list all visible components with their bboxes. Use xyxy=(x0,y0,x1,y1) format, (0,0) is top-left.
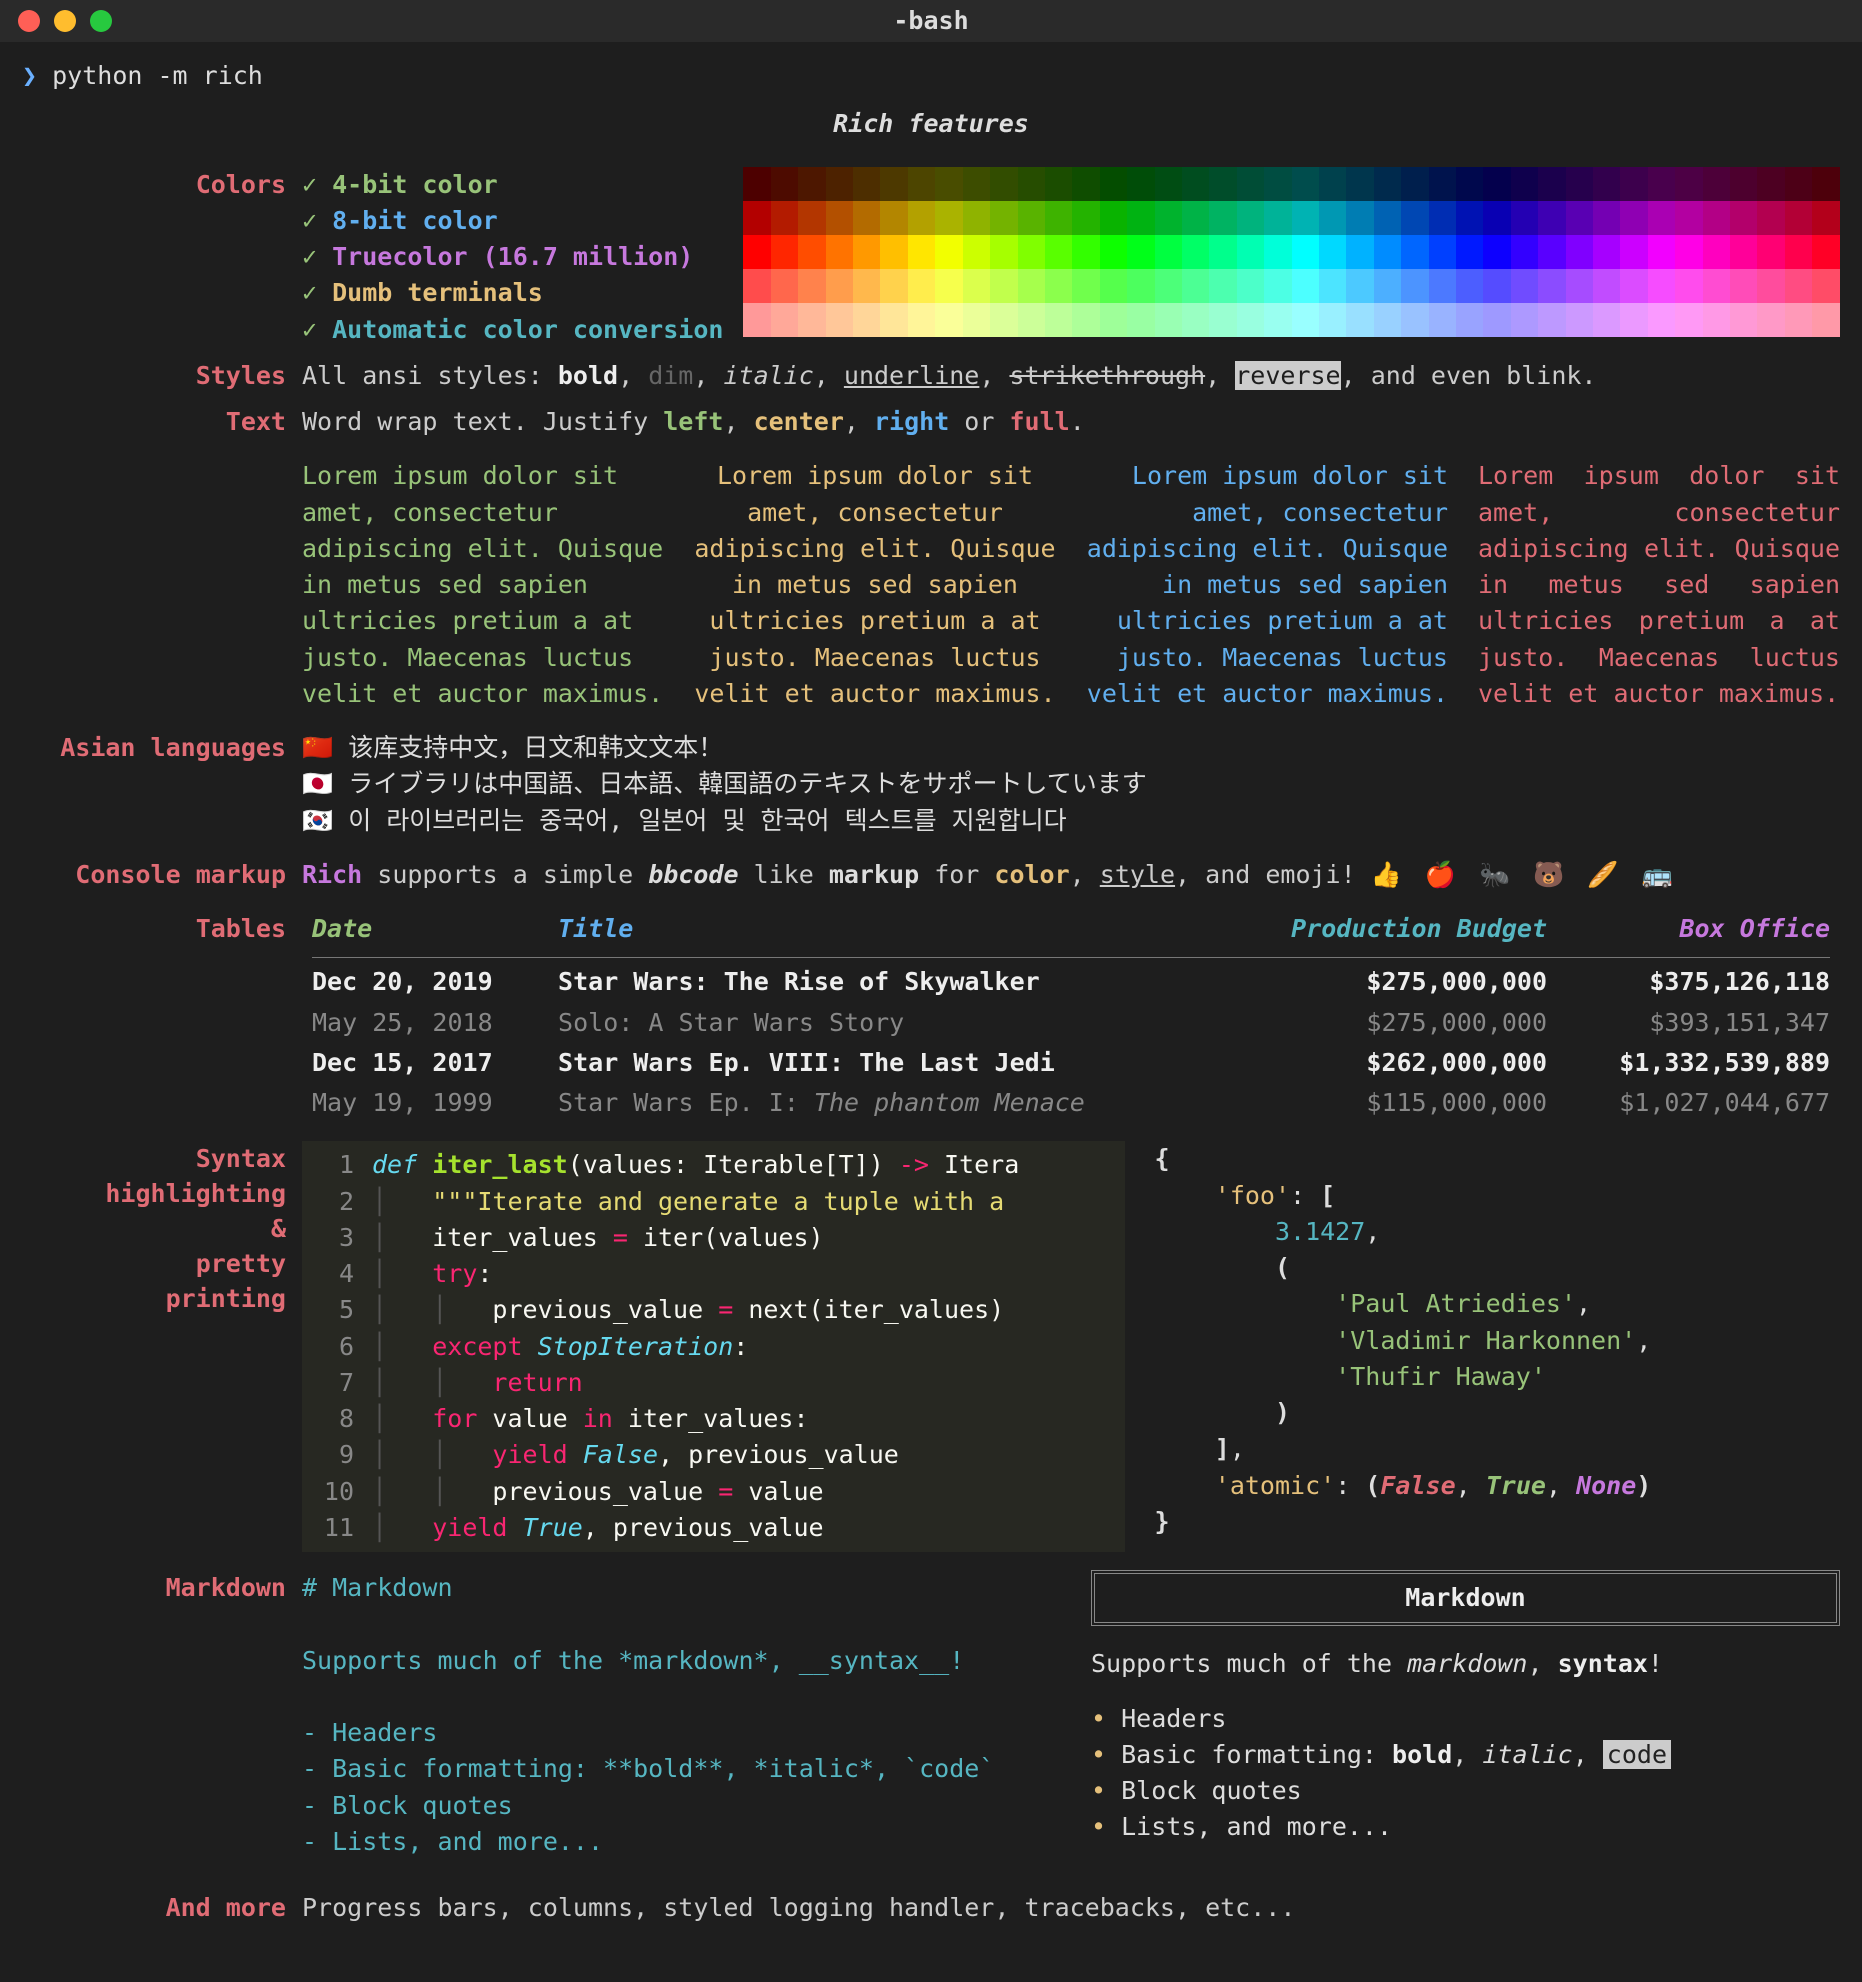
markdown-source: # Markdown Supports much of the *markdow… xyxy=(302,1570,1051,1860)
prompt-char: ❯ xyxy=(22,61,37,90)
justify-intro: Word wrap text. Justify left, center, ri… xyxy=(302,404,1840,440)
syntax-label: Syntax highlighting & pretty printing xyxy=(22,1141,302,1552)
more-content: Progress bars, columns, styled logging h… xyxy=(302,1890,1840,1926)
th-title: Title xyxy=(548,911,1219,953)
markdown-label: Markdown xyxy=(22,1570,302,1860)
prompt-line: ❯ python -m rich xyxy=(22,58,1840,94)
markdown-row: Markdown # Markdown Supports much of the… xyxy=(22,1570,1840,1860)
flag-icon-japan: 🇯🇵 xyxy=(302,769,333,798)
more-label: And more xyxy=(22,1890,302,1926)
console-row: Console markup Rich supports a simple bb… xyxy=(22,857,1840,893)
md-list: • Headers • Basic formatting: bold, ital… xyxy=(1091,1701,1840,1846)
syntax-row: Syntax highlighting & pretty printing 1d… xyxy=(22,1141,1840,1552)
color-feature-list: ✓ 4-bit color ✓ 8-bit color ✓ Truecolor … xyxy=(302,167,723,348)
colors-label: Colors xyxy=(22,167,302,348)
asian-label: Asian languages xyxy=(22,730,302,839)
pretty-print-pane: { 'foo': [ 3.1427, ( 'Paul Atriedies', '… xyxy=(1155,1141,1840,1552)
prompt-command: python -m rich xyxy=(52,61,263,90)
code-pane: 1def iter_last(values: Iterable[T]) -> I… xyxy=(302,1141,1125,1552)
asian-zh: 🇨🇳 该库支持中文，日文和韩文文本！ xyxy=(302,730,1840,766)
emoji-sequence: 👍 🍎 🐜 🐻 🥖 🚌 xyxy=(1371,860,1677,889)
th-budget: Production Budget xyxy=(1219,911,1557,953)
window-titlebar: -bash xyxy=(0,0,1862,42)
text-row: Text Word wrap text. Justify left, cente… xyxy=(22,404,1840,440)
tables-label: Tables xyxy=(22,911,302,1123)
console-label: Console markup xyxy=(22,857,302,893)
features-heading: Rich features xyxy=(22,106,1840,142)
th-office: Box Office xyxy=(1557,911,1840,953)
colors-row: Colors ✓ 4-bit color ✓ 8-bit color ✓ Tru… xyxy=(22,167,1840,348)
asian-row: Asian languages 🇨🇳 该库支持中文，日文和韩文文本！ 🇯🇵 ライ… xyxy=(22,730,1840,839)
terminal-output: ❯ python -m rich Rich features Colors ✓ … xyxy=(0,42,1862,1966)
console-content: Rich supports a simple bbcode like marku… xyxy=(302,857,1840,893)
lorem-row: Lorem ipsum dolor sit amet, consectetur … xyxy=(22,450,1840,712)
table-row: May 19, 1999Star Wars Ep. I: The phantom… xyxy=(302,1083,1840,1123)
table-row: Dec 15, 2017Star Wars Ep. VIII: The Last… xyxy=(302,1043,1840,1083)
lorem-left: Lorem ipsum dolor sit amet, consectetur … xyxy=(302,458,664,712)
more-row: And more Progress bars, columns, styled … xyxy=(22,1890,1840,1926)
tables-row: Tables Date Title Production Budget Box … xyxy=(22,911,1840,1123)
lorem-full: Lorem ipsum dolor sit amet, consectetur … xyxy=(1478,458,1840,712)
asian-kr: 🇰🇷 이 라이브러리는 중국어, 일본어 및 한국어 텍스트를 지원합니다 xyxy=(302,803,1840,839)
data-table: Date Title Production Budget Box Office … xyxy=(302,911,1840,1123)
text-label: Text xyxy=(22,404,302,440)
table-row: May 25, 2018Solo: A Star Wars Story$275,… xyxy=(302,1003,1840,1043)
window-title: -bash xyxy=(0,3,1862,39)
color-spectrum xyxy=(743,167,1840,337)
styles-row: Styles All ansi styles: bold, dim, itali… xyxy=(22,358,1840,394)
th-date: Date xyxy=(302,911,548,953)
lorem-right: Lorem ipsum dolor sit amet, consectetur … xyxy=(1086,458,1448,712)
asian-jp: 🇯🇵 ライブラリは中国語、日本語、韓国語のテキストをサポートしています xyxy=(302,766,1840,802)
markdown-rendered: Markdown Supports much of the markdown, … xyxy=(1091,1570,1840,1860)
flag-icon-korea: 🇰🇷 xyxy=(302,806,333,835)
markdown-title-box: Markdown xyxy=(1091,1570,1840,1626)
table-row: Dec 20, 2019Star Wars: The Rise of Skywa… xyxy=(302,962,1840,1002)
styles-content: All ansi styles: bold, dim, italic, unde… xyxy=(302,358,1840,394)
lorem-center: Lorem ipsum dolor sit amet, consectetur … xyxy=(694,458,1056,712)
styles-label: Styles xyxy=(22,358,302,394)
flag-icon-china: 🇨🇳 xyxy=(302,733,333,762)
